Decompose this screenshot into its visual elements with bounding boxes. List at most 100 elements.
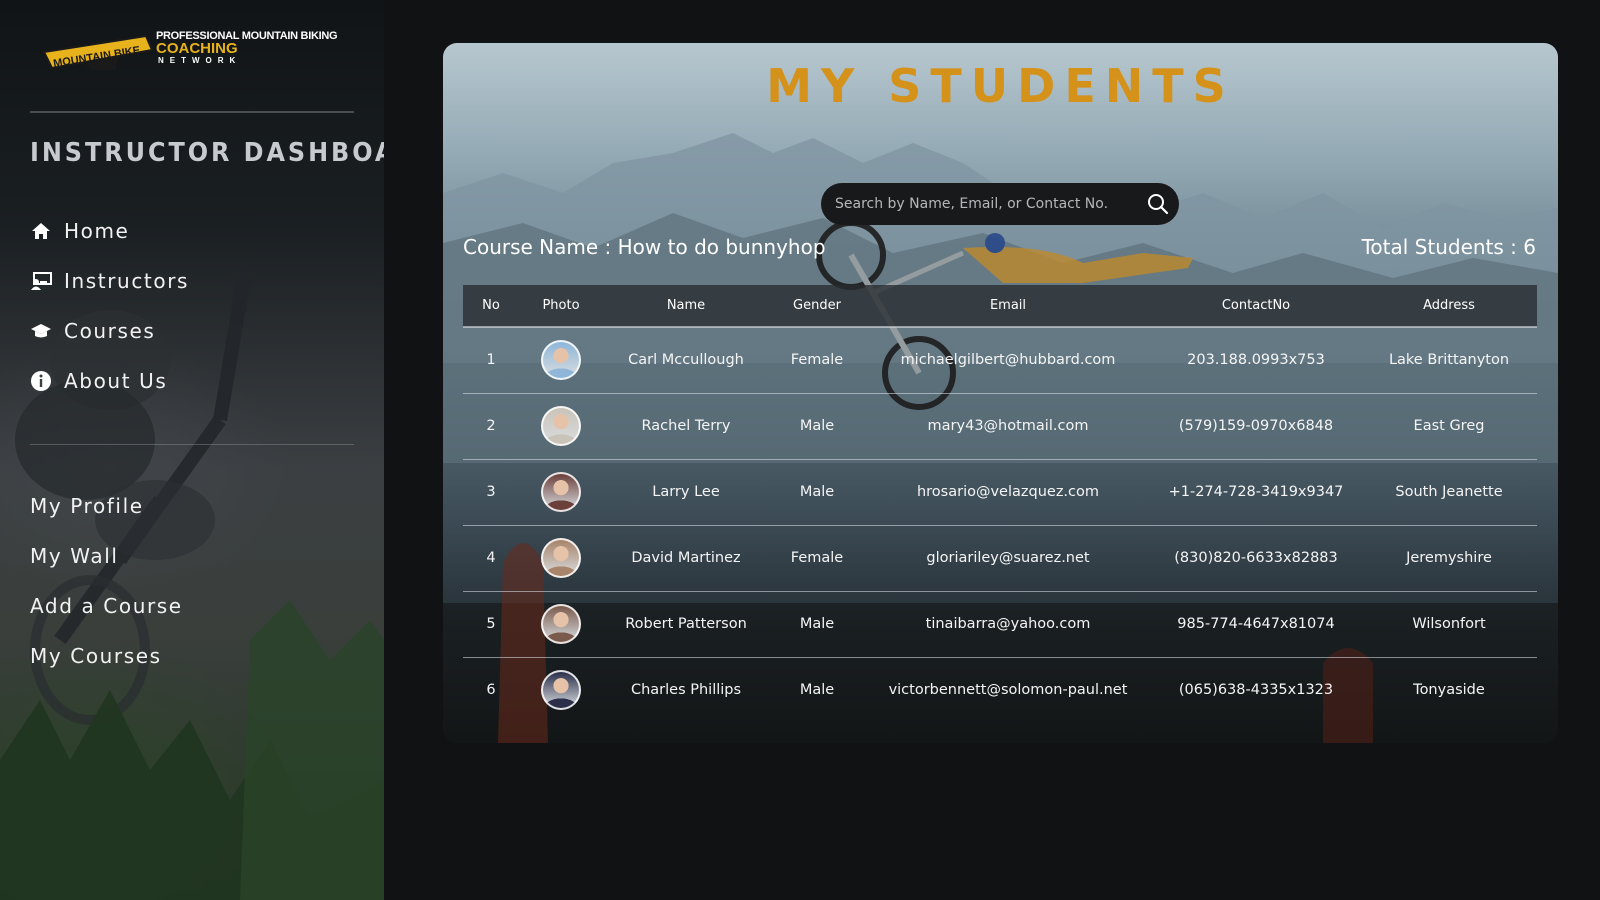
link-add-course-label: Add a Course xyxy=(30,594,183,618)
table-row[interactable]: 6 Charles Phillips Male victorbennett@so… xyxy=(463,657,1537,723)
table-row[interactable]: 4 David Martinez Female gloriariley@suar… xyxy=(463,525,1537,592)
instructor-icon xyxy=(30,270,52,292)
info-icon xyxy=(30,370,52,392)
avatar xyxy=(541,538,581,578)
link-my-profile[interactable]: My Profile xyxy=(30,491,144,521)
table-row[interactable]: 1 Carl Mccullough Female michaelgilbert@… xyxy=(463,327,1537,394)
column-header-contact: ContactNo xyxy=(1151,285,1361,328)
course-name: Course Name : How to do bunnyhop xyxy=(463,235,826,259)
cell-address: South Jeanette xyxy=(1361,459,1537,526)
link-my-courses-label: My Courses xyxy=(30,644,162,668)
cell-email: gloriariley@suarez.net xyxy=(865,525,1151,592)
search-input[interactable] xyxy=(835,196,1137,212)
home-icon xyxy=(30,220,52,242)
link-my-wall[interactable]: My Wall xyxy=(30,541,119,571)
brand-line-3: NETWORK xyxy=(158,56,242,65)
cell-no: 3 xyxy=(463,459,519,526)
cell-photo xyxy=(519,459,603,526)
cell-name: Carl Mccullough xyxy=(603,327,769,394)
cell-gender: Female xyxy=(769,525,865,592)
cell-contact: 985-774-4647x81074 xyxy=(1151,591,1361,658)
sidebar-divider-top xyxy=(30,111,354,113)
search-icon xyxy=(1148,194,1169,215)
sidebar: MOUNTAIN BIKE PROFESSIONAL MOUNTAIN BIKI… xyxy=(0,0,384,900)
cell-email: tinaibarra@yahoo.com xyxy=(865,591,1151,658)
cell-no: 4 xyxy=(463,525,519,592)
cell-gender: Male xyxy=(769,591,865,658)
cell-contact: +1-274-728-3419x9347 xyxy=(1151,459,1361,526)
cell-address: East Greg xyxy=(1361,393,1537,460)
column-header-gender: Gender xyxy=(769,285,865,328)
cell-email: mary43@hotmail.com xyxy=(865,393,1151,460)
cell-email: victorbennett@solomon-paul.net xyxy=(888,682,1128,699)
cell-address: Wilsonfort xyxy=(1361,591,1537,658)
nav-instructors[interactable]: Instructors xyxy=(30,266,189,296)
search-button[interactable] xyxy=(1137,183,1179,225)
avatar xyxy=(541,340,581,381)
cell-photo xyxy=(519,525,603,592)
avatar xyxy=(541,472,581,512)
cell-address: Lake Brittanyton xyxy=(1361,327,1537,394)
brand-line-2: COACHING xyxy=(156,40,238,57)
page-title: MY STUDENTS xyxy=(766,59,1235,113)
cell-gender: Male xyxy=(769,459,865,526)
cell-email: michaelgilbert@hubbard.com xyxy=(865,327,1151,394)
cell-name: Larry Lee xyxy=(603,459,769,526)
cell-address: Tonyaside xyxy=(1413,682,1485,699)
column-header-email: Email xyxy=(865,285,1151,328)
table-row[interactable]: 5 Robert Patterson Male tinaibarra@yahoo… xyxy=(463,591,1537,658)
cell-name: David Martinez xyxy=(603,525,769,592)
table-row[interactable]: 3 Larry Lee Male hrosario@velazquez.com … xyxy=(463,459,1537,526)
cell-address: Jeremyshire xyxy=(1361,525,1537,592)
avatar xyxy=(541,604,581,644)
cell-photo xyxy=(519,657,603,723)
cell-no: 2 xyxy=(463,393,519,460)
nav-about-us-label: About Us xyxy=(64,369,168,393)
sidebar-divider-middle xyxy=(30,444,354,445)
cell-photo xyxy=(519,393,603,460)
dashboard-title: INSTRUCTOR DASHBOARD xyxy=(30,138,384,168)
nav-home[interactable]: Home xyxy=(30,216,129,246)
cell-gender: Male xyxy=(769,393,865,460)
sidebar-background-biker-image xyxy=(0,263,384,900)
cell-no: 5 xyxy=(463,591,519,658)
nav-about-us[interactable]: About Us xyxy=(30,366,167,396)
column-header-photo: Photo xyxy=(519,285,603,328)
column-header-no: No xyxy=(463,285,519,328)
table-header-row: No Photo Name Gender Email ContactNo Add… xyxy=(463,285,1537,328)
table-row[interactable]: 2 Rachel Terry Male mary43@hotmail.com (… xyxy=(463,393,1537,460)
students-table: No Photo Name Gender Email ContactNo Add… xyxy=(463,285,1537,723)
cell-no: 6 xyxy=(486,682,496,699)
brand-logo[interactable]: MOUNTAIN BIKE PROFESSIONAL MOUNTAIN BIKI… xyxy=(42,28,362,86)
avatar xyxy=(541,670,581,711)
students-panel: MY STUDENTS Course Name : How to do bunn… xyxy=(443,43,1558,743)
nav-courses-label: Courses xyxy=(64,319,156,343)
cell-no: 1 xyxy=(463,327,519,394)
cell-name: Rachel Terry xyxy=(603,393,769,460)
cell-gender: Male xyxy=(799,682,835,699)
link-my-wall-label: My Wall xyxy=(30,544,119,568)
cell-photo xyxy=(519,327,603,394)
column-header-name: Name xyxy=(603,285,769,328)
student-search-bar xyxy=(821,183,1179,225)
avatar xyxy=(541,406,581,446)
link-my-profile-label: My Profile xyxy=(30,494,144,518)
graduation-cap-icon xyxy=(30,320,52,342)
cell-contact: (579)159-0970x6848 xyxy=(1151,393,1361,460)
nav-home-label: Home xyxy=(64,219,130,243)
column-header-address: Address xyxy=(1361,285,1537,328)
cell-photo xyxy=(519,591,603,658)
cell-name: Charles Phillips xyxy=(630,682,742,699)
mountain-bike-club-plate: MOUNTAIN BIKE xyxy=(42,34,154,70)
nav-courses[interactable]: Courses xyxy=(30,316,155,346)
total-students-count: Total Students : 6 xyxy=(1361,235,1536,259)
cell-contact: 203.188.0993x753 xyxy=(1151,327,1361,394)
nav-instructors-label: Instructors xyxy=(64,269,190,293)
cell-name: Robert Patterson xyxy=(603,591,769,658)
cell-contact: (830)820-6633x82883 xyxy=(1151,525,1361,592)
cell-email: hrosario@velazquez.com xyxy=(865,459,1151,526)
link-add-course[interactable]: Add a Course xyxy=(30,591,183,621)
cell-contact: (065)638-4335x1323 xyxy=(1178,682,1334,699)
link-my-courses[interactable]: My Courses xyxy=(30,641,162,671)
cell-gender: Female xyxy=(769,327,865,394)
